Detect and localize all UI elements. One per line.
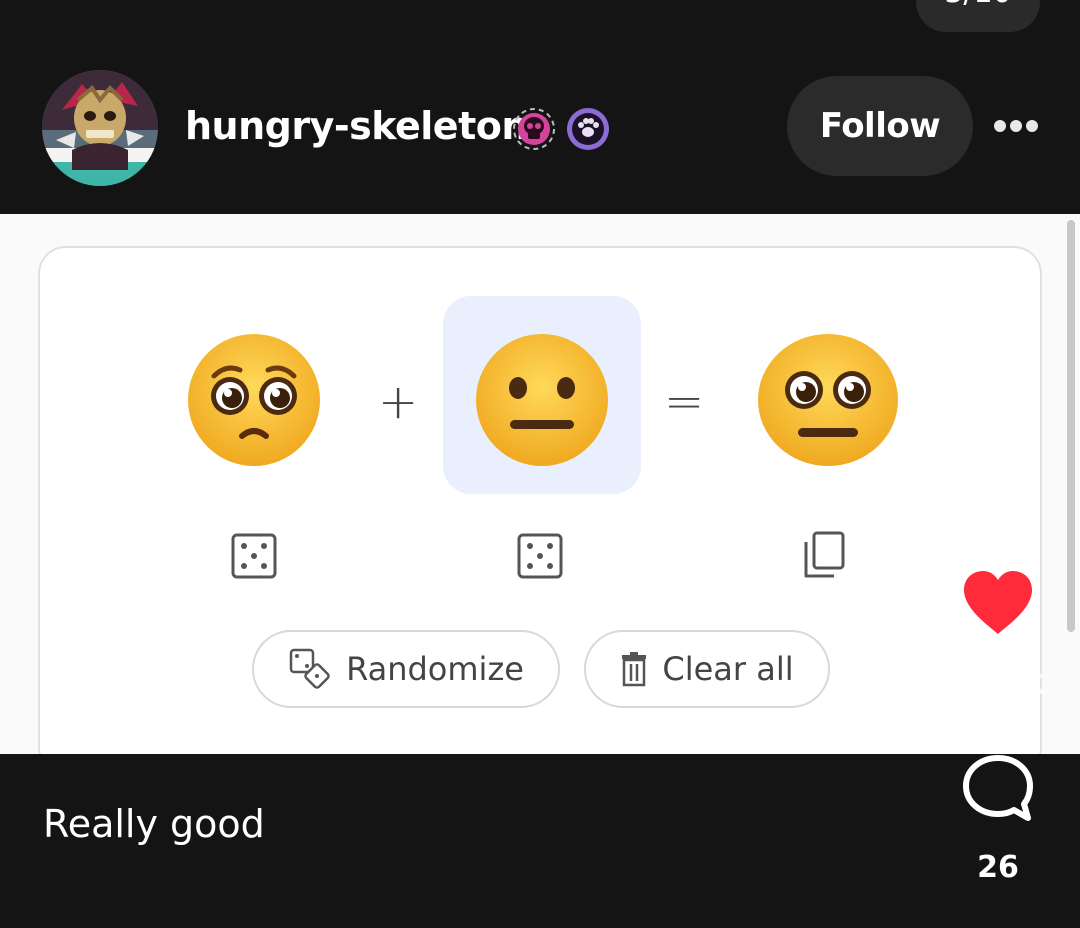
skeleton-avatar-icon bbox=[42, 70, 158, 186]
emoji-mixer-card: + = Randomize Clear all bbox=[38, 246, 1042, 754]
post-counter: 3/10 bbox=[916, 0, 1040, 32]
follow-button[interactable]: Follow bbox=[787, 76, 973, 176]
comment-count: 26 bbox=[977, 850, 1019, 885]
pleading-face-icon[interactable] bbox=[184, 330, 324, 470]
neutral-face-icon[interactable] bbox=[472, 330, 612, 470]
randomize-button[interactable]: Randomize bbox=[252, 630, 560, 708]
like-count: 16.8K bbox=[954, 668, 1046, 701]
dice-pair-icon bbox=[289, 648, 330, 689]
paw-badge-icon[interactable] bbox=[566, 107, 610, 151]
clear-all-label: Clear all bbox=[662, 650, 794, 688]
plus-sign: + bbox=[378, 374, 419, 430]
heart-icon[interactable] bbox=[960, 568, 1036, 638]
randomize-label: Randomize bbox=[346, 650, 524, 688]
dice-icon[interactable] bbox=[516, 532, 564, 580]
equals-sign: = bbox=[664, 374, 705, 430]
scrollbar[interactable] bbox=[1067, 220, 1075, 632]
copy-icon[interactable] bbox=[802, 530, 846, 580]
post-counter-text: 3/10 bbox=[944, 0, 1011, 10]
dice-icon[interactable] bbox=[230, 532, 278, 580]
skull-badge-icon[interactable] bbox=[512, 107, 556, 151]
clear-all-button[interactable]: Clear all bbox=[584, 630, 830, 708]
trash-icon bbox=[622, 652, 647, 687]
post-caption: Really good bbox=[43, 802, 265, 846]
avatar[interactable] bbox=[42, 70, 158, 186]
comment-icon[interactable] bbox=[960, 752, 1036, 824]
more-options-icon[interactable] bbox=[992, 112, 1040, 140]
result-emoji-icon[interactable] bbox=[756, 330, 900, 470]
post-image[interactable]: + = Randomize Clear all bbox=[0, 214, 1080, 754]
author-username[interactable]: hungry-skeleton bbox=[185, 104, 528, 148]
